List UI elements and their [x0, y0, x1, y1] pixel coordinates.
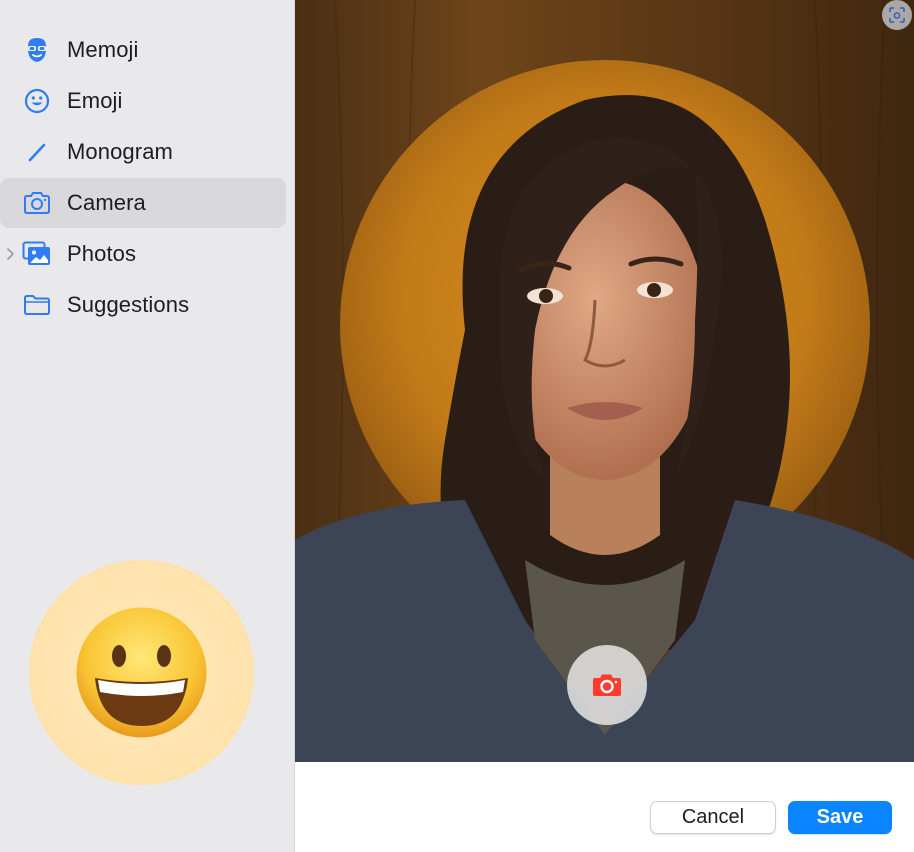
camera-shutter-icon	[593, 674, 621, 696]
camera-icon	[22, 189, 52, 217]
sidebar-nav: Memoji Emoji Monogram Camera Photos Sugg…	[0, 24, 295, 330]
camera-frame-button[interactable]	[882, 0, 912, 30]
sidebar-item-emoji[interactable]: Emoji	[0, 75, 295, 126]
sidebar-item-camera[interactable]: Camera	[0, 177, 295, 228]
sidebar-item-memoji[interactable]: Memoji	[0, 24, 295, 75]
sidebar-item-photos[interactable]: Photos	[0, 228, 295, 279]
photos-icon	[22, 240, 52, 268]
sidebar-item-label: Camera	[67, 189, 146, 215]
camera-frame-icon	[889, 7, 905, 23]
sidebar-item-suggestions[interactable]: Suggestions	[0, 279, 295, 330]
take-photo-button[interactable]	[567, 645, 647, 725]
sidebar-item-monogram[interactable]: Monogram	[0, 126, 295, 177]
chevron-right-icon[interactable]	[5, 244, 17, 264]
selected-avatar-preview	[29, 560, 254, 785]
pencil-icon	[22, 138, 52, 166]
footer-bar: Cancel Save	[295, 762, 914, 852]
emoji-icon	[22, 87, 52, 115]
sidebar-item-label: Suggestions	[67, 291, 190, 317]
save-button[interactable]: Save	[788, 801, 892, 834]
grinning-face-emoji	[76, 607, 207, 738]
sidebar-item-label: Emoji	[67, 87, 123, 113]
sidebar-item-label: Photos	[67, 240, 137, 266]
cancel-button[interactable]: Cancel	[650, 801, 776, 834]
memoji-icon	[22, 36, 52, 64]
contact-photo-picker: Memoji Emoji Monogram Camera Photos Sugg…	[0, 0, 914, 852]
sidebar: Memoji Emoji Monogram Camera Photos Sugg…	[0, 0, 295, 852]
camera-preview	[295, 0, 914, 762]
sidebar-item-label: Monogram	[67, 138, 173, 164]
folder-icon	[22, 291, 52, 319]
sidebar-item-label: Memoji	[67, 36, 139, 62]
